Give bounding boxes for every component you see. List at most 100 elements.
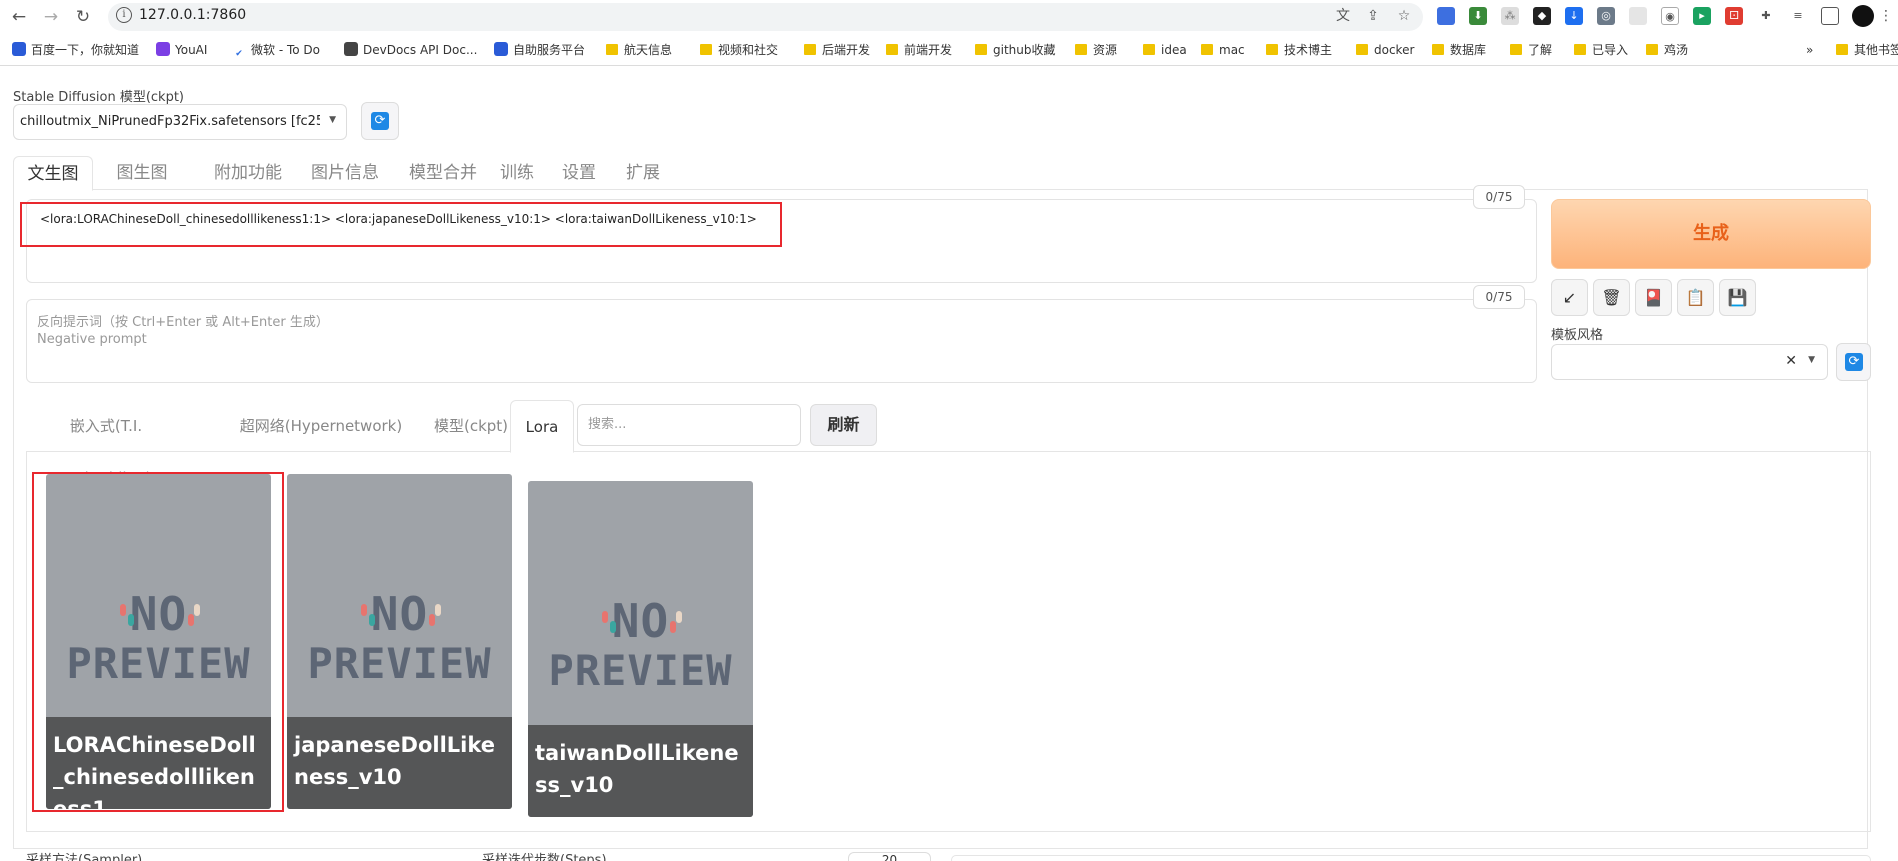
other-bookmarks[interactable]: 其他书签 <box>1836 41 1898 59</box>
bookmark-item[interactable]: 自助服务平台 <box>494 41 585 59</box>
folder-icon <box>606 44 618 55</box>
lora-card[interactable]: NO PREVIEW taiwanDollLikeness_v10 <box>528 481 753 817</box>
generate-button[interactable]: 生成 <box>1551 199 1871 269</box>
no-preview-text: NO <box>370 587 429 641</box>
bookmarks-overflow[interactable]: » <box>1806 41 1813 59</box>
bookmark-item[interactable]: 航天信息 <box>606 41 672 59</box>
extension-icon-6[interactable]: ◎ <box>1597 7 1615 25</box>
bookmark-item[interactable]: mac <box>1201 41 1245 59</box>
bookmark-item[interactable]: idea <box>1143 41 1187 59</box>
tab-3[interactable]: 图片信息 <box>291 156 399 191</box>
bookmark-item[interactable]: 前端开发 <box>886 41 952 59</box>
download-icon[interactable]: ↓ <box>1565 7 1583 25</box>
refresh-button[interactable]: 刷新 <box>810 404 877 446</box>
tab-2[interactable]: 附加功能 <box>193 156 303 191</box>
folder-icon <box>700 44 712 55</box>
folder-icon <box>1574 44 1586 55</box>
search-input[interactable]: 搜索... <box>577 404 801 446</box>
bookmark-item[interactable]: 后端开发 <box>804 41 870 59</box>
extension-icon-9[interactable]: ▸ <box>1693 7 1711 25</box>
share-icon[interactable]: ⇪ <box>1363 6 1383 26</box>
tab-1[interactable]: 图生图 <box>97 156 187 191</box>
bookmark-label: 资源 <box>1093 43 1118 57</box>
subtab-0[interactable]: 嵌入式(T.I. Embedding) <box>26 400 186 487</box>
extension-icon-4[interactable]: ◆ <box>1533 7 1551 25</box>
translate-icon[interactable]: 文 <box>1333 6 1353 26</box>
extension-icon-1[interactable] <box>1437 7 1455 25</box>
preview-decoration <box>676 611 682 623</box>
bookmark-label: 已导入 <box>1592 43 1629 57</box>
address-bar[interactable] <box>108 3 1423 31</box>
folder-icon <box>1075 44 1087 55</box>
model-select-value: chilloutmix_NiPrunedFp32Fix.safetensors … <box>20 114 320 129</box>
back-icon[interactable]: ← <box>6 4 32 30</box>
steps-input[interactable]: 20 <box>848 852 931 861</box>
favicon-icon <box>344 42 358 56</box>
puzzle-icon[interactable]: ✚ <box>1757 7 1775 25</box>
bookmark-item[interactable]: YouAI <box>156 41 207 59</box>
bookmark-item[interactable]: ✔ 微软 - To Do <box>232 41 320 59</box>
subtab-3[interactable]: Lora <box>510 400 574 453</box>
arrow-button[interactable]: ↙ <box>1551 279 1588 316</box>
site-info-icon[interactable]: i <box>116 7 132 23</box>
extension-icon-7[interactable] <box>1629 7 1647 25</box>
browser-toolbar: ← → ↻ i 127.0.0.1:7860 文 ⇪ ☆ ⬇ ⁂ ◆ ↓ ◎ ◉… <box>0 0 1898 34</box>
tab-5[interactable]: 训练 <box>489 156 545 191</box>
tab-6[interactable]: 设置 <box>551 156 607 191</box>
bookmark-item[interactable]: 了解 <box>1510 41 1552 59</box>
trash-button[interactable]: 🗑 <box>1593 279 1630 316</box>
side-panel-icon[interactable] <box>1821 7 1839 25</box>
bookmark-label: YouAI <box>175 43 208 57</box>
preview-decoration <box>602 611 608 623</box>
bookmark-label: 自助服务平台 <box>513 43 586 57</box>
bookmark-label: 后端开发 <box>822 43 871 57</box>
save-button[interactable]: 💾 <box>1719 279 1756 316</box>
bookmark-item[interactable]: 数据库 <box>1432 41 1486 59</box>
bookmark-item[interactable]: 技术博主 <box>1266 41 1332 59</box>
extra-networks-icon: 🎴 <box>1643 288 1664 307</box>
address-url[interactable]: 127.0.0.1:7860 <box>139 7 246 23</box>
negative-token-counter: 0/75 <box>1473 285 1525 309</box>
extension-icon-3[interactable]: ⁂ <box>1501 7 1519 25</box>
menu-kebab-icon[interactable]: ⋮ <box>1878 6 1894 26</box>
bookmark-item[interactable]: 已导入 <box>1574 41 1628 59</box>
bookmark-item[interactable]: 视频和社交 <box>700 41 778 59</box>
negative-prompt-placeholder-en: Negative prompt <box>37 332 147 347</box>
profile-avatar[interactable] <box>1852 5 1874 27</box>
bookmark-item[interactable]: DevDocs API Doc... <box>344 41 477 59</box>
bookmark-item[interactable]: 百度一下，你就知道 <box>12 41 139 59</box>
tab-0[interactable]: 文生图 <box>13 156 93 191</box>
save-icon: 💾 <box>1727 288 1748 307</box>
model-select[interactable]: chilloutmix_NiPrunedFp32Fix.safetensors … <box>13 104 347 140</box>
bookmark-item[interactable]: 资源 <box>1075 41 1117 59</box>
camera-icon[interactable]: ◉ <box>1661 7 1679 25</box>
bookmark-item[interactable]: github收藏 <box>975 41 1056 59</box>
style-select[interactable]: ✕ ▼ <box>1551 344 1828 380</box>
chevron-down-icon: ▼ <box>329 115 336 125</box>
preview-decoration <box>429 614 435 626</box>
check-icon: ✔ <box>235 49 243 59</box>
bookmark-star-icon[interactable]: ☆ <box>1394 6 1414 26</box>
tab-4[interactable]: 模型合并 <box>389 156 497 191</box>
extension-icon-10[interactable]: ⚀ <box>1725 7 1743 25</box>
bookmark-item[interactable]: docker <box>1356 41 1414 59</box>
preview-decoration <box>435 604 441 616</box>
refresh-icon: ⟳ <box>371 112 389 130</box>
folder-icon <box>886 44 898 55</box>
tab-7[interactable]: 扩展 <box>615 156 671 191</box>
model-refresh-button[interactable]: ⟳ <box>361 102 399 140</box>
clear-icon[interactable]: ✕ <box>1785 353 1797 369</box>
clipboard-button[interactable]: 📋 <box>1677 279 1714 316</box>
extension-icon-2[interactable]: ⬇ <box>1469 7 1487 25</box>
reload-icon[interactable]: ↻ <box>70 4 96 30</box>
preview-decoration <box>670 621 676 633</box>
folder-icon <box>1432 44 1444 55</box>
lora-card[interactable]: NO PREVIEW japaneseDollLikeness_v10 <box>287 474 512 809</box>
forward-icon[interactable]: → <box>38 4 64 30</box>
subtab-1[interactable]: 超网络(Hypernetwork) <box>226 400 416 453</box>
reading-list-icon[interactable]: ≡ <box>1789 7 1807 25</box>
style-refresh-button[interactable]: ⟳ <box>1836 343 1871 381</box>
negative-prompt-placeholder: 反向提示词（按 Ctrl+Enter 或 Alt+Enter 生成） <box>37 315 329 330</box>
extra-networks-button[interactable]: 🎴 <box>1635 279 1672 316</box>
bookmark-item[interactable]: 鸡汤 <box>1646 41 1688 59</box>
